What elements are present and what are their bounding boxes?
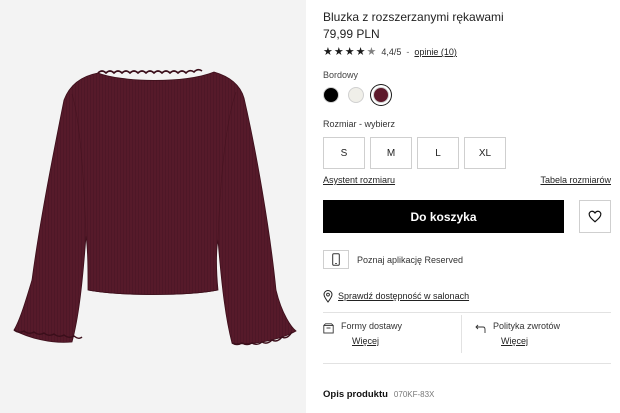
return-arrow-icon: [475, 324, 486, 333]
rating-value: 4,4/5: [381, 47, 402, 57]
phone-icon: [332, 253, 340, 266]
size-options: S M L XL: [323, 137, 511, 169]
heart-icon: [588, 210, 602, 223]
product-code: 070KF-83X: [393, 390, 435, 399]
color-swatch-cream[interactable]: [348, 87, 364, 103]
size-links: Asystent rozmiaru Tabela rozmiarów: [323, 175, 611, 185]
color-swatch-burgundy[interactable]: [373, 87, 389, 103]
size-button-m[interactable]: M: [370, 137, 412, 169]
returns-info: Polityka zwrotów Więcej: [475, 321, 560, 346]
wishlist-button[interactable]: [579, 200, 611, 233]
rating-stars: ★ ★ ★ ★ ★: [323, 45, 377, 58]
star-icon: ★: [344, 45, 355, 58]
size-button-s[interactable]: S: [323, 137, 365, 169]
size-table-link[interactable]: Tabela rozmiarów: [540, 175, 611, 185]
product-image[interactable]: [0, 0, 306, 413]
color-swatch-black[interactable]: [323, 87, 339, 103]
returns-title: Polityka zwrotów: [493, 321, 561, 331]
app-promo-label: Poznaj aplikację Reserved: [357, 254, 464, 265]
shipping-more-link[interactable]: Więcej: [352, 336, 402, 346]
blouse-illustration: [13, 68, 297, 346]
divider: [323, 363, 611, 364]
size-assistant-link[interactable]: Asystent rozmiaru: [323, 175, 395, 185]
shipping-title: Formy dostawy: [341, 321, 403, 331]
divider: [323, 312, 611, 313]
size-label: Rozmiar - wybierz: [323, 119, 396, 129]
rating-row: ★ ★ ★ ★ ★ 4,4/5 - opinie (10): [323, 45, 457, 59]
color-swatches: [323, 87, 398, 103]
size-button-xl[interactable]: XL: [464, 137, 506, 169]
product-info-panel: Bluzka z rozszerzanymi rękawami 79,99 PL…: [323, 0, 613, 413]
product-price: 79,99 PLN: [323, 27, 380, 41]
star-half-icon: ★: [366, 45, 377, 58]
rating-separator: -: [406, 47, 410, 57]
description-title: Opis produktu: [323, 389, 388, 400]
add-to-cart-button[interactable]: Do koszyka: [323, 200, 564, 233]
delivery-box-icon: [323, 323, 334, 334]
store-availability[interactable]: Sprawdź dostępność w salonach: [323, 288, 469, 304]
store-availability-link[interactable]: Sprawdź dostępność w salonach: [338, 291, 469, 301]
star-icon: ★: [355, 45, 366, 58]
star-icon: ★: [323, 45, 333, 58]
divider-vertical: [461, 315, 462, 353]
size-button-l[interactable]: L: [417, 137, 459, 169]
map-pin-icon: [323, 289, 333, 303]
color-label: Bordowy: [323, 70, 359, 80]
app-promo[interactable]: Poznaj aplikację Reserved: [323, 250, 463, 269]
star-icon: ★: [333, 45, 344, 58]
product-title: Bluzka z rozszerzanymi rękawami: [323, 10, 504, 24]
app-icon-box: [323, 250, 349, 269]
reviews-link[interactable]: opinie (10): [414, 47, 457, 57]
product-description-header[interactable]: Opis produktu 070KF-83X: [323, 389, 434, 400]
shipping-info: Formy dostawy Więcej: [323, 321, 402, 346]
returns-more-link[interactable]: Więcej: [501, 336, 560, 346]
